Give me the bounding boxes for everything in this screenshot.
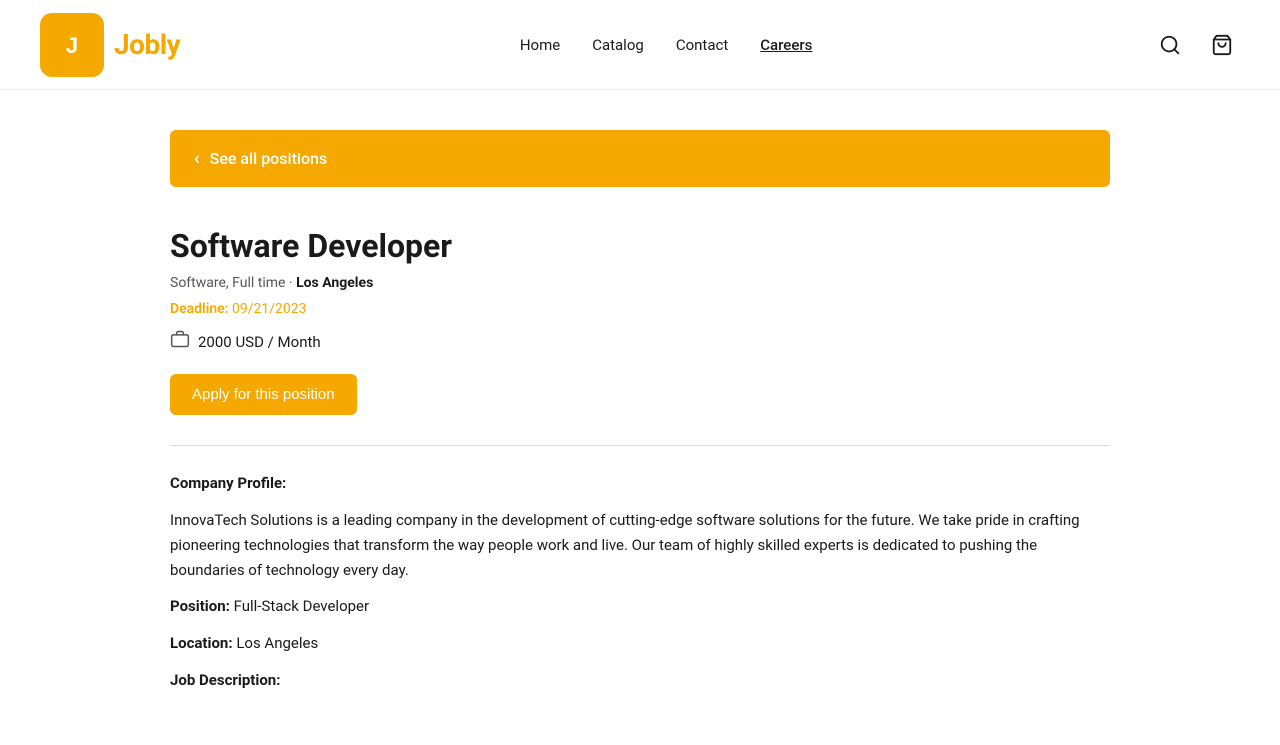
job-type: Full time	[232, 275, 285, 291]
search-icon	[1159, 34, 1181, 56]
location-label: Location:	[170, 634, 233, 652]
apply-button[interactable]: Apply for this position	[170, 374, 357, 415]
deadline-label: Deadline:	[170, 301, 229, 317]
cart-icon	[1211, 34, 1233, 56]
job-meta: Software, Full time · Los Angeles	[170, 275, 1110, 291]
job-location: Los Angeles	[296, 275, 373, 291]
meta-dot: ·	[289, 275, 296, 291]
company-profile-title: Company Profile:	[170, 474, 1110, 492]
section-divider	[170, 445, 1110, 446]
nav-contact[interactable]: Contact	[676, 36, 728, 54]
site-header: J Jobly Home Catalog Contact Careers	[0, 0, 1280, 90]
header-icons	[1152, 27, 1240, 63]
nav-careers[interactable]: Careers	[760, 36, 812, 54]
main-content: ‹ See all positions Software Developer S…	[150, 90, 1130, 745]
svg-text:J: J	[66, 32, 78, 57]
back-button-label: See all positions	[210, 149, 328, 168]
company-description: InnovaTech Solutions is a leading compan…	[170, 508, 1110, 582]
cart-button[interactable]	[1204, 27, 1240, 63]
main-nav: Home Catalog Contact Careers	[520, 36, 813, 54]
job-category: Software	[170, 275, 226, 291]
search-button[interactable]	[1152, 27, 1188, 63]
logo-area: J Jobly	[40, 13, 180, 77]
back-chevron-icon: ‹	[194, 148, 200, 169]
job-desc-heading: Job Description:	[170, 668, 1110, 693]
job-title: Software Developer	[170, 227, 1110, 265]
back-button[interactable]: ‹ See all positions	[170, 130, 1110, 187]
salary-icon	[170, 329, 190, 354]
job-deadline: Deadline: 09/21/2023	[170, 301, 1110, 317]
logo-text: Jobly	[114, 28, 180, 61]
position-label: Position:	[170, 597, 230, 615]
job-desc-label: Job Description:	[170, 671, 280, 689]
nav-catalog[interactable]: Catalog	[592, 36, 644, 54]
location-info: Location: Los Angeles	[170, 631, 1110, 656]
location-val: Los Angeles	[236, 634, 318, 652]
position-val: Full-Stack Developer	[234, 597, 369, 615]
position-info: Position: Full-Stack Developer	[170, 594, 1110, 619]
salary-value: 2000 USD / Month	[198, 333, 321, 351]
deadline-date: 09/21/2023	[232, 301, 307, 317]
company-profile-section: Company Profile: InnovaTech Solutions is…	[170, 474, 1110, 693]
nav-home[interactable]: Home	[520, 36, 560, 54]
salary-info: 2000 USD / Month	[170, 329, 1110, 354]
logo-icon: J	[40, 13, 104, 77]
